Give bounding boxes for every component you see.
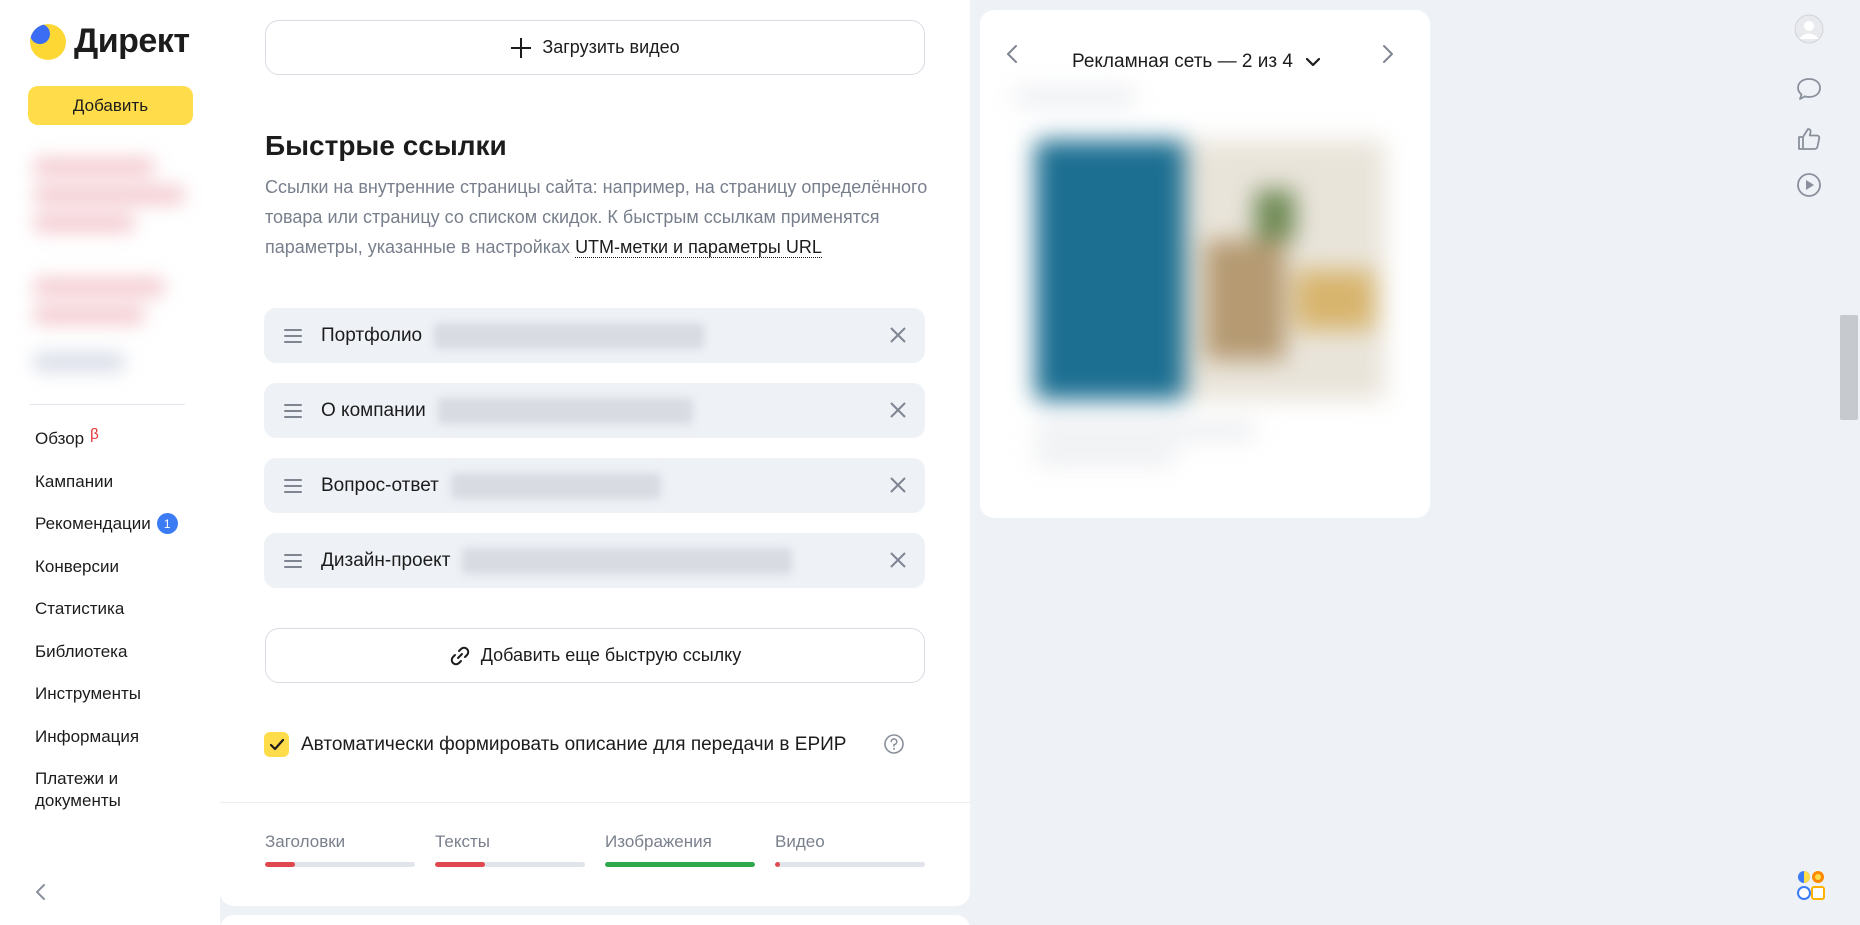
- quick-link-row[interactable]: Дизайн-проект: [264, 533, 925, 588]
- avatar-icon[interactable]: [1794, 14, 1824, 44]
- quick-links-description: Ссылки на внутренние страницы сайта: нап…: [265, 172, 935, 262]
- beta-badge: β: [90, 426, 99, 443]
- sidebar-item-label: Рекомендации: [35, 514, 151, 533]
- ad-editor-card: Загрузить видео Быстрые ссылки Ссылки на…: [220, 0, 970, 906]
- quick-links-title: Быстрые ссылки: [265, 130, 507, 161]
- drag-handle-icon[interactable]: [284, 328, 302, 343]
- drag-handle-icon[interactable]: [284, 553, 302, 568]
- sidebar-divider: [30, 404, 185, 405]
- progress-fill: [435, 862, 485, 867]
- chevron-right-icon[interactable]: [1378, 42, 1398, 66]
- sidebar: Директ Добавить Обзор β Кампании Рекомен…: [0, 0, 220, 925]
- progress-images: Изображения: [605, 832, 755, 867]
- quick-link-row[interactable]: О компании: [264, 383, 925, 438]
- progress-fill: [265, 862, 295, 867]
- quick-link-url-blurred: [434, 322, 705, 349]
- progress-texts: Тексты: [435, 832, 585, 867]
- progress-track: [265, 862, 415, 867]
- upload-video-label: Загрузить видео: [542, 37, 680, 57]
- sidebar-item-label: Конверсии: [35, 556, 119, 576]
- close-icon[interactable]: [889, 476, 907, 494]
- progress-label: Изображения: [605, 832, 712, 851]
- count-badge: 1: [156, 513, 178, 534]
- erip-checkbox-label[interactable]: Автоматически формировать описание для п…: [301, 732, 846, 757]
- preview-format-select[interactable]: Рекламная сеть — 2 из 4: [1072, 51, 1321, 73]
- progress-label: Тексты: [435, 832, 491, 851]
- quick-link-row[interactable]: Вопрос-ответ: [264, 458, 925, 513]
- quick-link-title: Дизайн-проект: [321, 549, 451, 571]
- card-divider: [220, 802, 970, 803]
- quick-link-title: О компании: [321, 399, 426, 421]
- chevron-left-icon[interactable]: [32, 883, 50, 901]
- sidebar-item-overview[interactable]: Обзор β: [35, 426, 178, 471]
- quick-link-url-blurred: [450, 472, 661, 499]
- drag-handle-icon[interactable]: [284, 403, 302, 418]
- quick-link-title: Портфолио: [321, 324, 423, 346]
- direct-logo-icon: [30, 23, 66, 60]
- play-circle-icon[interactable]: [1794, 170, 1824, 200]
- sidebar-item-library[interactable]: Библиотека: [35, 641, 178, 684]
- logo-text: Директ: [74, 22, 190, 60]
- sidebar-item-campaigns[interactable]: Кампании: [35, 471, 178, 514]
- thumbs-up-icon[interactable]: [1794, 124, 1824, 154]
- quick-link-title: Вопрос-ответ: [321, 474, 439, 496]
- sidebar-item-tools[interactable]: Инструменты: [35, 683, 178, 726]
- close-icon[interactable]: [889, 326, 907, 344]
- sidebar-item-label: Статистика: [35, 599, 125, 618]
- progress-label: Видео: [775, 832, 825, 851]
- sidebar-nav: Обзор β Кампании Рекомендации 1 Конверси…: [35, 426, 178, 812]
- progress-track: [605, 862, 755, 867]
- close-icon[interactable]: [889, 401, 907, 419]
- ad-preview-card: Рекламная сеть — 2 из 4: [980, 10, 1430, 518]
- sidebar-item-label: Инструменты: [35, 684, 142, 703]
- sidebar-item-payments[interactable]: Платежи и документы: [35, 768, 145, 812]
- drag-handle-icon[interactable]: [284, 478, 302, 493]
- next-section-card: [220, 915, 970, 925]
- ad-preview-image-blurred: [1005, 90, 1405, 490]
- sidebar-item-conversions[interactable]: Конверсии: [35, 556, 178, 599]
- chevron-left-icon[interactable]: [1002, 42, 1022, 66]
- logo[interactable]: Директ: [30, 22, 190, 61]
- question-circle-icon[interactable]: [883, 733, 905, 755]
- yandex-apps-icon[interactable]: [1797, 870, 1825, 900]
- close-icon[interactable]: [889, 551, 907, 569]
- add-quick-link-button[interactable]: Добавить еще быструю ссылку: [265, 628, 925, 683]
- add-quick-link-label: Добавить еще быструю ссылку: [480, 645, 742, 665]
- progress-video: Видео: [775, 832, 925, 867]
- link-icon: [450, 646, 469, 665]
- progress-track: [435, 862, 585, 867]
- chevron-down-icon: [1305, 57, 1320, 67]
- sidebar-item-recommendations[interactable]: Рекомендации 1: [35, 513, 178, 556]
- progress-track: [775, 862, 925, 867]
- progress-fill: [605, 862, 755, 867]
- blurred-campaign-info: [14, 138, 194, 388]
- sidebar-item-label: Библиотека: [35, 641, 128, 661]
- checkmark-icon: [269, 738, 284, 750]
- progress-headlines: Заголовки: [265, 832, 415, 867]
- preview-format-label: Рекламная сеть — 2 из 4: [1072, 51, 1293, 72]
- quick-link-row[interactable]: Портфолио: [264, 308, 925, 363]
- sidebar-item-information[interactable]: Информация: [35, 726, 178, 769]
- quick-link-url-blurred: [462, 547, 793, 574]
- sidebar-item-label: Кампании: [35, 471, 114, 491]
- erip-checkbox[interactable]: [264, 732, 289, 757]
- progress-fill: [775, 862, 780, 867]
- add-button[interactable]: Добавить: [28, 86, 193, 125]
- chat-icon[interactable]: [1794, 74, 1824, 104]
- upload-video-button[interactable]: Загрузить видео: [265, 20, 925, 75]
- progress-label: Заголовки: [265, 832, 346, 851]
- plus-icon: [511, 37, 532, 58]
- utm-settings-link[interactable]: UTM-метки и параметры URL: [575, 237, 822, 258]
- sidebar-item-label: Обзор: [35, 429, 85, 448]
- sidebar-item-label: Информация: [35, 726, 140, 746]
- sidebar-item-label: Платежи и документы: [35, 769, 121, 810]
- sidebar-item-statistics[interactable]: Статистика: [35, 598, 178, 641]
- page-scrollbar[interactable]: [1840, 315, 1858, 420]
- quick-link-url-blurred: [437, 397, 693, 424]
